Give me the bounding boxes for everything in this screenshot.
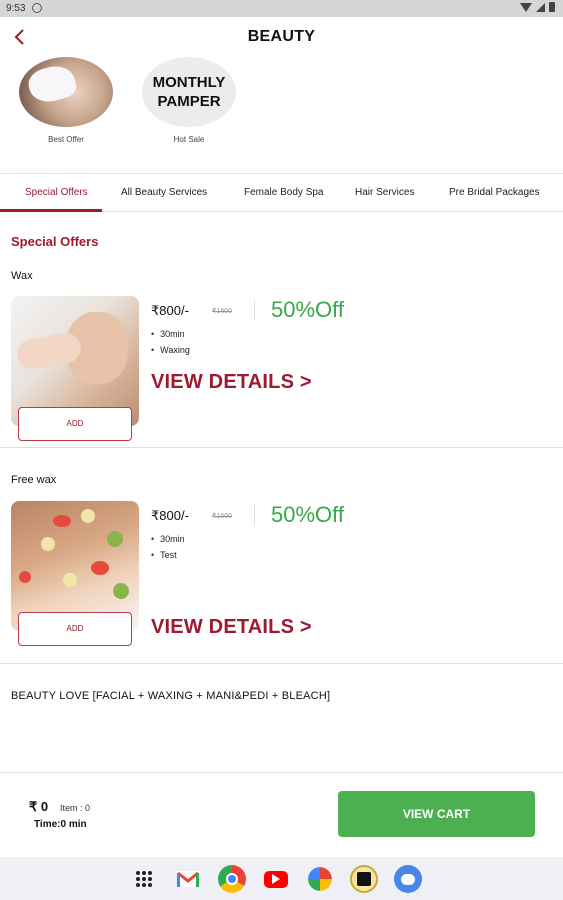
banner-caption: Best Offer bbox=[48, 135, 84, 144]
service-card: Free wax ADD ₹800/- ₹1600 50%Off 30min T… bbox=[0, 448, 563, 664]
discount-label: 50%Off bbox=[271, 297, 344, 322]
fruit-decoration bbox=[91, 561, 109, 575]
banner-strip: Best Offer MONTHLY PAMPER Hot Sale bbox=[0, 57, 563, 174]
service-type-text: Waxing bbox=[151, 342, 190, 358]
tab-hair-services[interactable]: Hair Services bbox=[355, 187, 414, 198]
gmail-icon[interactable] bbox=[174, 865, 202, 893]
duration-text: 30min bbox=[151, 326, 190, 342]
divider bbox=[254, 300, 255, 320]
original-price: ₹1600 bbox=[212, 513, 233, 520]
view-details-link[interactable]: VIEW DETAILS > bbox=[151, 616, 312, 639]
chrome-icon[interactable] bbox=[218, 865, 246, 893]
photos-icon[interactable] bbox=[308, 867, 332, 891]
fruit-decoration bbox=[81, 509, 95, 523]
status-icons bbox=[520, 2, 555, 12]
category-tabs: Special Offers All Beauty Services Femal… bbox=[0, 174, 563, 212]
tab-all-beauty-services[interactable]: All Beauty Services bbox=[121, 187, 207, 198]
status-bar: 9:53 bbox=[0, 0, 563, 17]
cart-total: ₹ 0 bbox=[29, 799, 49, 814]
banner-best-offer[interactable]: Best Offer bbox=[18, 57, 114, 144]
monthly-pamper-banner: MONTHLY PAMPER bbox=[142, 57, 236, 127]
package-name[interactable]: BEAUTY LOVE [FACIAL + WAXING + MANI&PEDI… bbox=[11, 690, 330, 702]
service-details: 30min Test bbox=[151, 531, 185, 563]
fruit-decoration bbox=[107, 531, 123, 547]
view-details-link[interactable]: VIEW DETAILS > bbox=[151, 371, 312, 394]
service-name: Wax bbox=[11, 270, 33, 282]
view-cart-button[interactable]: VIEW CART bbox=[338, 791, 535, 837]
notification-icon bbox=[32, 3, 42, 13]
fruit-decoration bbox=[63, 573, 77, 587]
add-button[interactable]: ADD bbox=[18, 612, 132, 646]
tab-pre-bridal-packages[interactable]: Pre Bridal Packages bbox=[449, 187, 540, 198]
service-details: 30min Waxing bbox=[151, 326, 190, 358]
banner-caption: Hot Sale bbox=[173, 135, 205, 144]
page-title: BEAUTY bbox=[247, 28, 316, 45]
add-button[interactable]: ADD bbox=[18, 407, 132, 441]
discount-label: 50%Off bbox=[271, 502, 344, 527]
section-title: Special Offers bbox=[11, 234, 99, 249]
fruit-decoration bbox=[53, 515, 71, 527]
fruit-decoration bbox=[41, 537, 55, 551]
service-card: Wax ADD ₹800/- ₹1600 50%Off 30min Waxing… bbox=[0, 262, 563, 448]
battery-icon bbox=[549, 2, 555, 12]
banner-headline-2: PAMPER bbox=[157, 93, 221, 110]
cart-bar: ₹ 0 Item : 0 Time:0 min VIEW CART bbox=[0, 772, 563, 857]
signal-icon bbox=[536, 2, 545, 12]
banner-headline-1: MONTHLY bbox=[152, 74, 226, 91]
waxing-banner-image bbox=[19, 57, 113, 127]
cart-time: Time:0 min bbox=[34, 819, 87, 830]
wifi-icon bbox=[520, 2, 532, 12]
status-time: 9:53 bbox=[6, 3, 26, 14]
app-dock bbox=[0, 857, 563, 900]
service-list: Special Offers Wax ADD ₹800/- ₹1600 50%O… bbox=[0, 212, 563, 772]
messages-icon[interactable] bbox=[394, 865, 422, 893]
service-type-text: Test bbox=[151, 547, 185, 563]
original-price: ₹1600 bbox=[212, 308, 233, 315]
keep-icon[interactable] bbox=[350, 865, 378, 893]
youtube-icon[interactable] bbox=[262, 865, 290, 893]
service-name: Free wax bbox=[11, 474, 57, 486]
service-price: ₹800/- bbox=[151, 508, 189, 523]
service-price: ₹800/- bbox=[151, 303, 189, 318]
tab-special-offers[interactable]: Special Offers bbox=[25, 187, 88, 198]
cart-item-count: Item : 0 bbox=[60, 803, 91, 813]
banner-hot-sale[interactable]: MONTHLY PAMPER Hot Sale bbox=[141, 57, 237, 144]
app-header: BEAUTY bbox=[0, 17, 563, 57]
tab-female-body-spa[interactable]: Female Body Spa bbox=[244, 187, 324, 198]
apps-grid-icon[interactable] bbox=[130, 865, 158, 893]
fruit-decoration bbox=[19, 571, 31, 583]
duration-text: 30min bbox=[151, 531, 185, 547]
divider bbox=[254, 505, 255, 525]
fruit-decoration bbox=[113, 583, 129, 599]
